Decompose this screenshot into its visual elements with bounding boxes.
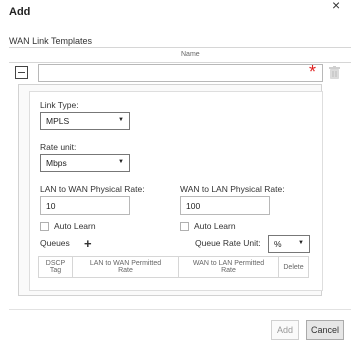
chevron-down-icon: ▼ <box>118 117 124 123</box>
queues-label: Queues <box>40 238 70 248</box>
queue-rate-unit-label: Queue Rate Unit: <box>195 238 261 248</box>
wan-auto-learn-label: Auto Learn <box>194 221 236 231</box>
trash-icon[interactable] <box>329 66 340 79</box>
rate-unit-label: Rate unit: <box>40 142 77 152</box>
cancel-button[interactable]: Cancel <box>306 320 344 340</box>
lan-to-wan-rate-input[interactable]: 10 <box>40 196 130 215</box>
add-wan-link-template-dialog: Add × WAN Link Templates Name * Link Typ… <box>0 0 361 345</box>
close-icon[interactable]: × <box>332 0 340 12</box>
section-label: WAN Link Templates <box>9 36 93 46</box>
add-button[interactable]: Add <box>271 320 299 340</box>
required-asterisk: * <box>309 62 317 82</box>
link-type-select[interactable]: MPLS ▼ <box>40 112 130 130</box>
queue-rate-unit-value: % <box>274 239 282 249</box>
rate-unit-value: Mbps <box>46 158 67 168</box>
column-lan-to-wan-permitted-rate: LAN to WAN Permitted Rate <box>73 257 179 277</box>
column-header-name: Name <box>181 51 200 58</box>
column-wan-to-lan-permitted-rate: WAN to LAN Permitted Rate <box>179 257 279 277</box>
lan-auto-learn-checkbox[interactable] <box>40 222 49 231</box>
plus-icon[interactable]: + <box>84 237 92 250</box>
queues-table-header: DSCP Tag LAN to WAN Permitted Rate WAN t… <box>38 256 309 278</box>
link-type-value: MPLS <box>46 116 70 126</box>
footer-divider <box>9 309 351 310</box>
chevron-down-icon: ▼ <box>298 240 304 246</box>
column-delete: Delete <box>283 264 304 271</box>
name-input[interactable] <box>38 64 323 82</box>
wan-to-lan-rate-label: WAN to LAN Physical Rate: <box>180 184 285 194</box>
rate-unit-select[interactable]: Mbps ▼ <box>40 154 130 172</box>
collapse-icon[interactable] <box>15 66 28 79</box>
queue-rate-unit-select[interactable]: % ▼ <box>268 235 310 253</box>
lan-auto-learn-label: Auto Learn <box>54 221 96 231</box>
link-type-label: Link Type: <box>40 100 79 110</box>
wan-auto-learn-checkbox[interactable] <box>180 222 189 231</box>
wan-to-lan-rate-input[interactable]: 100 <box>180 196 270 215</box>
dialog-title: Add <box>9 6 31 18</box>
table-header: Name <box>9 47 351 63</box>
lan-to-wan-rate-label: LAN to WAN Physical Rate: <box>40 184 145 194</box>
column-dscp-tag: DSCP Tag <box>39 257 73 277</box>
chevron-down-icon: ▼ <box>118 159 124 165</box>
